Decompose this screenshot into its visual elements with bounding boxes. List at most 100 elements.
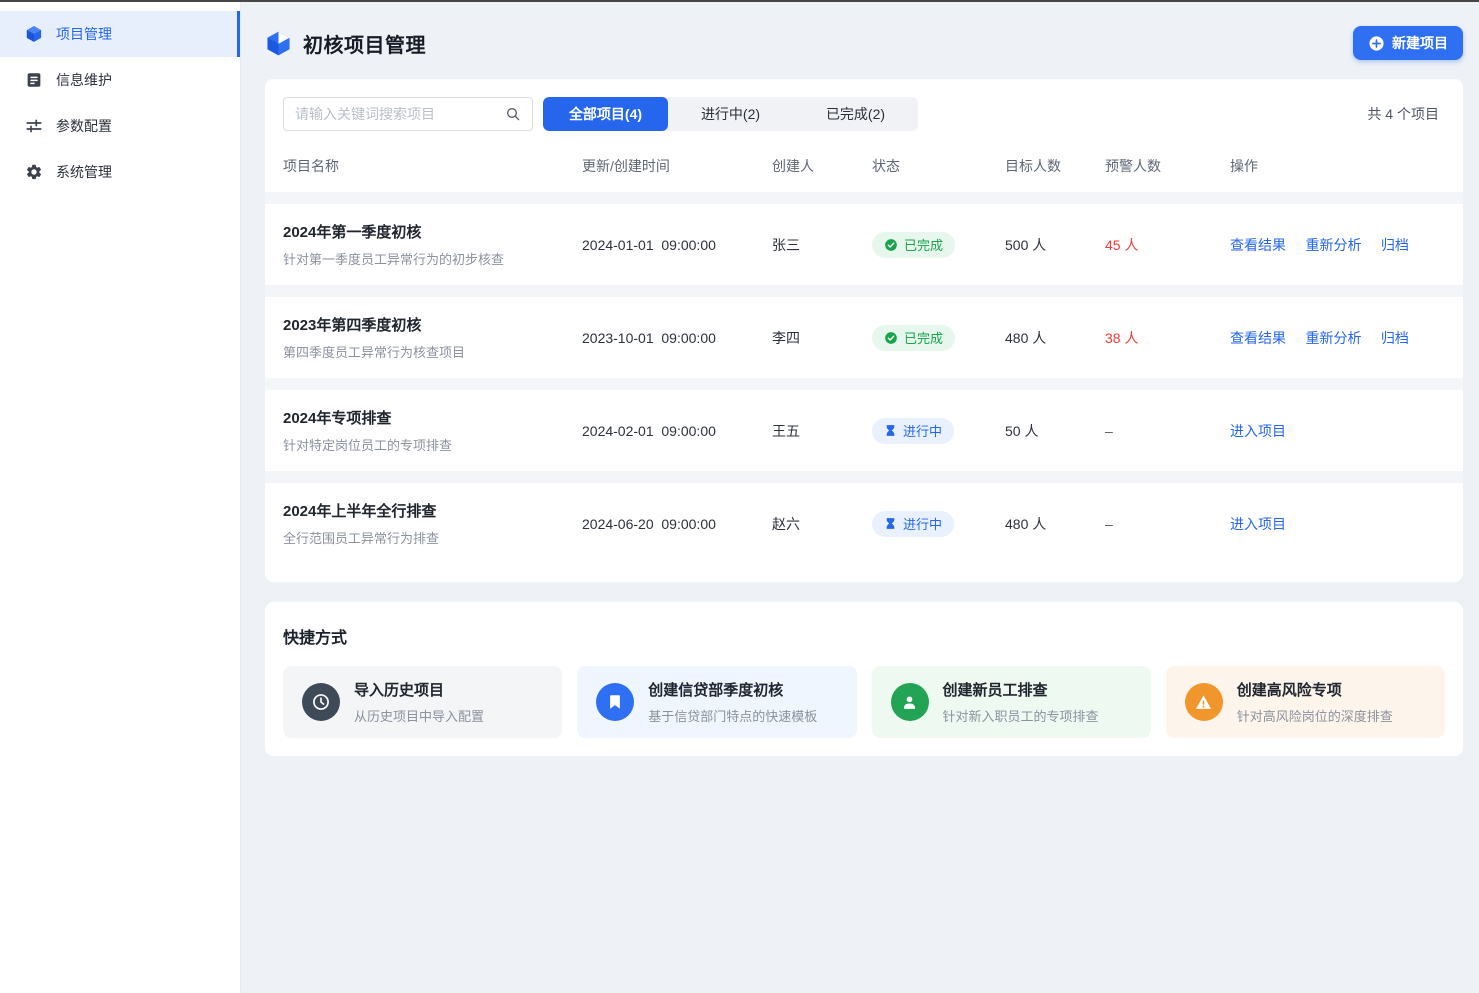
- table-header-row: 项目名称 更新/创建时间 创建人 状态 目标人数 预警人数 操作: [283, 131, 1445, 192]
- quick-card-text: 创建高风险专项 针对高风险岗位的深度排查: [1237, 679, 1393, 725]
- sidebar-item-system-management[interactable]: 系统管理: [0, 149, 240, 195]
- sidebar-item-parameter-config[interactable]: 参数配置: [0, 103, 240, 149]
- quick-actions-grid: 导入历史项目 从历史项目中导入配置 创建信贷部季度初核 基于信贷部门特点的快速模…: [283, 666, 1445, 738]
- project-creator: 赵六: [772, 514, 872, 534]
- project-title: 2023年第四季度初核: [283, 314, 582, 335]
- reanalyze-link[interactable]: 重新分析: [1305, 237, 1361, 253]
- project-description: 全行范围员工异常行为排查: [283, 528, 582, 547]
- cube-icon: [25, 25, 43, 43]
- status-badge: 已完成: [872, 232, 955, 258]
- project-status-cell: 已完成: [872, 325, 1005, 351]
- table-header-creator: 创建人: [772, 156, 872, 176]
- project-creator: 李四: [772, 328, 872, 348]
- enter-project-link[interactable]: 进入项目: [1230, 516, 1286, 532]
- target-count: 50 人: [1005, 421, 1105, 441]
- warning-count: –: [1105, 423, 1230, 439]
- project-title: 2024年上半年全行排查: [283, 500, 582, 521]
- quick-card-credit-quarterly[interactable]: 创建信贷部季度初核 基于信贷部门特点的快速模板: [577, 666, 856, 738]
- row-actions: 查看结果 重新分析 归档: [1230, 235, 1445, 255]
- table-header-name: 项目名称: [283, 156, 582, 176]
- page-title: 初核项目管理: [303, 29, 426, 58]
- project-description: 第四季度员工异常行为核查项目: [283, 342, 582, 361]
- sidebar-item-label: 信息维护: [56, 70, 112, 90]
- plus-circle-icon: [1368, 35, 1385, 52]
- tab-all-projects[interactable]: 全部项目(4): [543, 97, 668, 131]
- quick-card-description: 基于信贷部门特点的快速模板: [648, 706, 817, 725]
- target-count: 500 人: [1005, 235, 1105, 255]
- gear-icon: [25, 163, 43, 181]
- project-time: 2023-10-01 09:00:00: [582, 330, 772, 346]
- status-label: 已完成: [904, 328, 943, 347]
- quick-actions-title: 快捷方式: [283, 620, 1445, 666]
- row-actions: 进入项目: [1230, 421, 1445, 441]
- new-project-button[interactable]: 新建项目: [1353, 26, 1463, 60]
- window-top-edge: [0, 0, 1479, 2]
- project-name-cell: 2024年上半年全行排查 全行范围员工异常行为排查: [283, 500, 582, 547]
- project-title: 2024年第一季度初核: [283, 221, 582, 242]
- project-status-cell: 进行中: [872, 511, 1005, 537]
- quick-card-import-history[interactable]: 导入历史项目 从历史项目中导入配置: [283, 666, 562, 738]
- warning-icon: [1185, 683, 1223, 721]
- status-label: 已完成: [904, 235, 943, 254]
- quick-card-description: 针对新入职员工的专项排查: [943, 706, 1099, 725]
- table-row: 2024年专项排查 针对特定岗位员工的专项排查 2024-02-01 09:00…: [283, 390, 1445, 471]
- project-name-cell: 2024年专项排查 针对特定岗位员工的专项排查: [283, 407, 582, 454]
- table-row: 2023年第四季度初核 第四季度员工异常行为核查项目 2023-10-01 09…: [283, 297, 1445, 378]
- table-header-warning: 预警人数: [1105, 156, 1230, 176]
- quick-card-text: 创建信贷部季度初核 基于信贷部门特点的快速模板: [648, 679, 817, 725]
- quick-card-new-employee[interactable]: 创建新员工排查 针对新入职员工的专项排查: [872, 666, 1151, 738]
- table-row: 2024年第一季度初核 针对第一季度员工异常行为的初步核查 2024-01-01…: [283, 204, 1445, 285]
- quick-card-title: 创建高风险专项: [1237, 679, 1393, 700]
- hourglass-icon: [884, 424, 897, 437]
- warning-count: 45 人: [1105, 235, 1230, 255]
- archive-link[interactable]: 归档: [1381, 237, 1409, 253]
- toolbar: 全部项目(4) 进行中(2) 已完成(2) 共 4 个项目: [283, 97, 1445, 131]
- warning-count: 38 人: [1105, 328, 1230, 348]
- search-input[interactable]: [295, 106, 497, 122]
- archive-link[interactable]: 归档: [1381, 330, 1409, 346]
- project-name-cell: 2023年第四季度初核 第四季度员工异常行为核查项目: [283, 314, 582, 361]
- view-results-link[interactable]: 查看结果: [1230, 330, 1286, 346]
- sidebar-item-project-management[interactable]: 项目管理: [0, 11, 240, 57]
- quick-card-title: 创建新员工排查: [943, 679, 1099, 700]
- view-results-link[interactable]: 查看结果: [1230, 237, 1286, 253]
- row-actions: 查看结果 重新分析 归档: [1230, 328, 1445, 348]
- tab-in-progress[interactable]: 进行中(2): [668, 97, 793, 131]
- tab-completed[interactable]: 已完成(2): [793, 97, 918, 131]
- row-separator: [265, 285, 1463, 297]
- sidebar-item-info-maintenance[interactable]: 信息维护: [0, 57, 240, 103]
- row-separator: [265, 192, 1463, 204]
- table-header-time: 更新/创建时间: [582, 156, 772, 176]
- main-content: 初核项目管理 新建项目 全部项目(4) 进行中(2) 已完成(2) 共 4 个项: [242, 2, 1479, 993]
- check-circle-icon: [884, 238, 898, 252]
- project-name-cell: 2024年第一季度初核 针对第一季度员工异常行为的初步核查: [283, 221, 582, 268]
- sidebar-item-label: 参数配置: [56, 116, 112, 136]
- project-description: 针对特定岗位员工的专项排查: [283, 435, 582, 454]
- project-description: 针对第一季度员工异常行为的初步核查: [283, 249, 582, 268]
- project-time: 2024-02-01 09:00:00: [582, 423, 772, 439]
- search-icon[interactable]: [505, 106, 521, 122]
- warning-count: –: [1105, 516, 1230, 532]
- status-badge: 进行中: [872, 511, 954, 537]
- project-creator: 张三: [772, 235, 872, 255]
- cube-title-icon: [265, 30, 292, 57]
- sidebar-item-label: 项目管理: [56, 24, 112, 44]
- row-separator: [265, 378, 1463, 390]
- status-badge: 进行中: [872, 418, 954, 444]
- project-creator: 王五: [772, 421, 872, 441]
- table-header-status: 状态: [872, 156, 1005, 176]
- row-actions: 进入项目: [1230, 514, 1445, 534]
- project-title: 2024年专项排查: [283, 407, 582, 428]
- status-badge: 已完成: [872, 325, 955, 351]
- reanalyze-link[interactable]: 重新分析: [1305, 330, 1361, 346]
- check-circle-icon: [884, 331, 898, 345]
- quick-card-high-risk[interactable]: 创建高风险专项 针对高风险岗位的深度排查: [1166, 666, 1445, 738]
- project-total-count: 共 4 个项目: [1367, 104, 1445, 124]
- enter-project-link[interactable]: 进入项目: [1230, 423, 1286, 439]
- project-status-cell: 进行中: [872, 418, 1005, 444]
- quick-card-title: 导入历史项目: [354, 679, 484, 700]
- status-label: 进行中: [903, 514, 942, 533]
- table-header-actions: 操作: [1230, 156, 1445, 176]
- table-header-target: 目标人数: [1005, 156, 1105, 176]
- hourglass-icon: [884, 517, 897, 530]
